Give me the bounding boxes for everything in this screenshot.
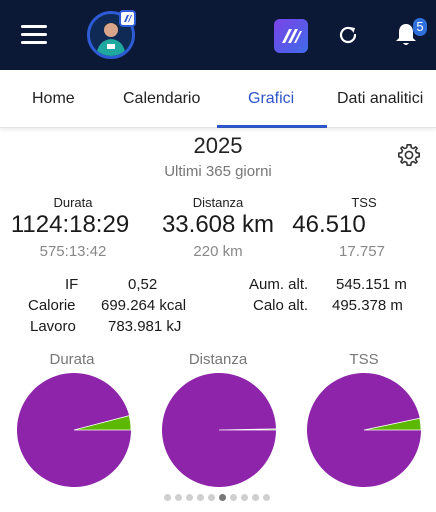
metric-value-lavoro: 783.981 kJ [108,318,182,335]
metric-value-calo-alt: 495.378 m [332,297,403,314]
stat-value-durata: 1124:18:29 [10,211,130,238]
page-dot[interactable] [197,494,204,501]
stat-sub-durata: 575:13:42 [39,243,107,260]
xert-logo-icon[interactable] [274,19,308,53]
page-dot[interactable] [241,494,248,501]
page-dot[interactable] [252,494,259,501]
stat-sub-distanza: 220 km [193,243,243,260]
pie-title-tss: TSS [349,351,379,368]
stat-value-tss: 46.510 [292,211,366,238]
stat-label-durata: Durata [53,195,93,210]
page-dot[interactable] [230,494,237,501]
pie-title-distanza: Distanza [188,351,248,368]
active-tab-indicator [217,125,327,128]
stat-label-tss: TSS [351,195,377,210]
metric-label-lavoro: Lavoro [30,318,76,335]
pie-chart-distanza[interactable] [161,372,277,488]
pie-chart-durata[interactable] [16,372,132,488]
pie-title-durata: Durata [49,351,95,368]
metric-value-if: 0,52 [128,276,158,293]
tab-calendario[interactable]: Calendario [123,90,200,108]
metric-label-calorie: Calorie [28,297,76,314]
metric-value-calorie: 699.264 kcal [101,297,187,314]
tab-grafici[interactable]: Grafici [248,90,294,108]
metric-value-aum-alt: 545.151 m [336,276,407,293]
pie-chart-tss[interactable] [306,372,422,488]
page-dot[interactable] [219,494,226,501]
year-selector[interactable]: 2025 [0,133,436,159]
page-dot[interactable] [164,494,171,501]
avatar-badge-icon [119,10,136,27]
stat-sub-tss: 17.757 [339,243,385,260]
refresh-icon[interactable] [337,24,359,46]
page-dot[interactable] [208,494,215,501]
metric-label-calo-alt: Calo alt. [253,297,309,314]
stat-label-distanza: Distanza [192,195,244,210]
metric-label-aum-alt: Aum. alt. [249,276,309,293]
hamburger-menu-icon[interactable] [21,25,47,45]
page-indicator [160,492,280,502]
tab-home[interactable]: Home [32,90,75,108]
notification-badge: 5 [413,18,427,36]
page-dot[interactable] [175,494,182,501]
tab-bar: Home Calendario Grafici Dati analitici [0,70,436,128]
page-dot[interactable] [263,494,270,501]
period-label: Ultimi 365 giorni [164,163,272,180]
page-dot[interactable] [186,494,193,501]
app-bar: 5 [0,0,436,70]
gear-icon[interactable] [397,143,421,167]
metric-label-if: IF [65,276,79,293]
tab-dati-analitici[interactable]: Dati analitici [337,90,423,108]
